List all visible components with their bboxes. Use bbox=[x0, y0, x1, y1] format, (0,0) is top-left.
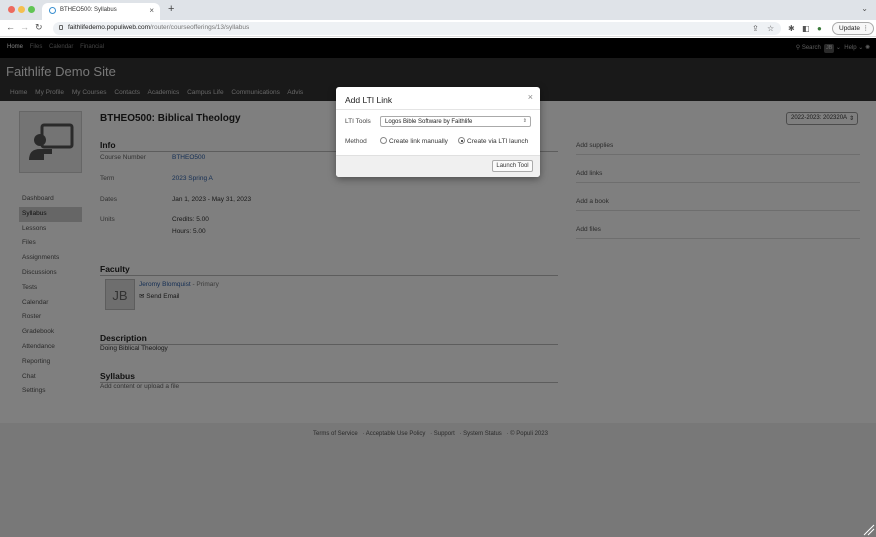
url-path: /router/courseofferings/13/syllabus bbox=[150, 24, 250, 31]
browser-tab[interactable]: BTHEO500: Syllabus × bbox=[42, 3, 160, 20]
browser-tab-title: BTHEO500: Syllabus bbox=[60, 7, 117, 13]
select-arrows-icon: ⇕ bbox=[522, 118, 527, 124]
lti-tools-label: LTI Tools bbox=[345, 118, 371, 125]
back-arrow-icon[interactable]: ← bbox=[6, 22, 15, 32]
lti-tools-select[interactable]: Logos Bible Software by Faithlife ⇕ bbox=[380, 116, 531, 127]
update-button[interactable]: Update ⋮ bbox=[832, 22, 874, 35]
dialog-title: Add LTI Link bbox=[345, 95, 393, 105]
share-icon[interactable]: ⇪ bbox=[752, 24, 759, 33]
reload-icon[interactable]: ↻ bbox=[35, 22, 43, 33]
add-lti-link-dialog: Add LTI Link × LTI Tools Logos Bible Sof… bbox=[336, 87, 540, 177]
profile-icon[interactable]: ● bbox=[817, 24, 822, 33]
tab-list-chevron-icon[interactable]: ⌄ bbox=[861, 4, 868, 13]
url-host: faithlifedemo.populiweb.com bbox=[68, 24, 151, 31]
resize-handle-icon[interactable] bbox=[863, 524, 875, 536]
forward-arrow-icon[interactable]: → bbox=[20, 22, 29, 32]
radio-checked-icon bbox=[458, 137, 465, 144]
close-window-icon[interactable] bbox=[8, 6, 15, 13]
browser-toolbar: ← → ↻ faithlifedemo.populiweb.com/router… bbox=[0, 20, 876, 37]
method-label: Method bbox=[345, 138, 367, 145]
method-radio-lti-launch[interactable]: Create via LTI launch bbox=[458, 137, 528, 145]
bookmark-star-icon[interactable]: ☆ bbox=[767, 24, 774, 33]
address-bar[interactable]: faithlifedemo.populiweb.com/router/cours… bbox=[53, 22, 781, 35]
maximize-window-icon[interactable] bbox=[28, 6, 35, 13]
globe-icon bbox=[49, 7, 56, 14]
extensions-icon[interactable]: ✱ bbox=[788, 24, 795, 33]
lock-icon bbox=[59, 25, 63, 30]
new-tab-icon[interactable]: + bbox=[168, 3, 174, 15]
menu-kebab-icon: ⋮ bbox=[862, 25, 870, 32]
sidebar-panel-icon[interactable]: ◧ bbox=[802, 24, 810, 33]
close-tab-icon[interactable]: × bbox=[149, 6, 154, 15]
browser-tab-strip: BTHEO500: Syllabus × + ⌄ bbox=[0, 0, 876, 20]
close-icon[interactable]: × bbox=[528, 92, 533, 102]
minimize-window-icon[interactable] bbox=[18, 6, 25, 13]
radio-unchecked-icon bbox=[380, 137, 387, 144]
method-radio-manual[interactable]: Create link manually bbox=[380, 137, 448, 145]
dialog-divider bbox=[336, 109, 540, 110]
dialog-footer: Launch Tool bbox=[336, 155, 540, 177]
launch-tool-button[interactable]: Launch Tool bbox=[492, 160, 533, 172]
